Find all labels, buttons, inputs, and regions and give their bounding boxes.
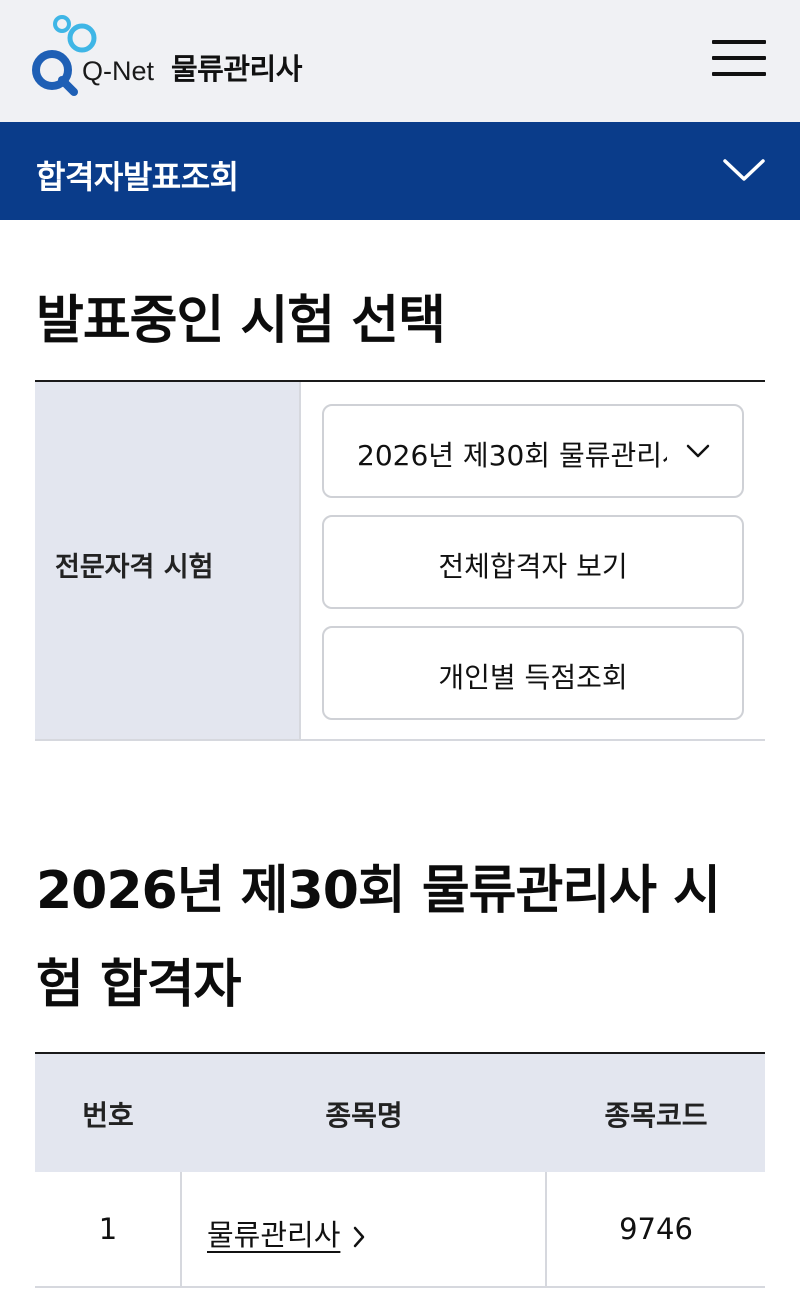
column-header-subject-name: 종목명 [325, 1099, 403, 1132]
row-number: 1 [98, 1212, 118, 1246]
logo-text: Q-Net [82, 56, 155, 86]
subject-name-link[interactable]: 물류관리사 [207, 1218, 340, 1252]
column-header-subject-code: 종목코드 [604, 1099, 708, 1132]
site-name: 물류관리사 [171, 52, 302, 86]
page-nav-title: 합격자발표조회 [36, 158, 239, 196]
section-title-exam-select: 발표중인 시험 선택 [36, 291, 446, 351]
table-row: 1 물류관리사 9746 [35, 1172, 765, 1288]
exam-select-value: 2026년 제30회 물류관리사 [357, 439, 667, 472]
exam-select-dropdown[interactable]: 2026년 제30회 물류관리사 [322, 404, 744, 498]
chevron-down-icon[interactable] [722, 152, 766, 188]
individual-score-label: 개인별 득점조회 [438, 661, 628, 694]
subject-code: 9746 [619, 1212, 693, 1246]
section-title-passers: 2026년 제30회 물류관리사 시험 합격자 [36, 861, 721, 1015]
exam-type-label: 전문자격 시험 [55, 552, 214, 583]
view-all-passers-label: 전체합격자 보기 [438, 550, 628, 583]
menu-icon[interactable] [712, 40, 766, 76]
chevron-down-icon [686, 444, 710, 458]
individual-score-button[interactable]: 개인별 득점조회 [322, 626, 744, 720]
table-header: 번호 종목명 종목코드 [35, 1054, 765, 1172]
exam-type-label-cell: 전문자격 시험 [35, 382, 301, 739]
chevron-right-icon[interactable] [352, 1225, 366, 1249]
site-header: Q-Net 물류관리사 [0, 0, 800, 122]
view-all-passers-button[interactable]: 전체합격자 보기 [322, 515, 744, 609]
subject-name-cell: 물류관리사 [207, 1212, 366, 1254]
column-header-number: 번호 [82, 1099, 134, 1132]
passers-table: 번호 종목명 종목코드 1 물류관리사 9746 [35, 1052, 765, 1288]
page-nav-dropdown[interactable]: 합격자발표조회 [0, 122, 800, 220]
exam-select-table: 전문자격 시험 2026년 제30회 물류관리사 전체합격자 보기 개인별 득점… [35, 380, 765, 741]
qnet-logo[interactable]: Q-Net [32, 14, 162, 100]
